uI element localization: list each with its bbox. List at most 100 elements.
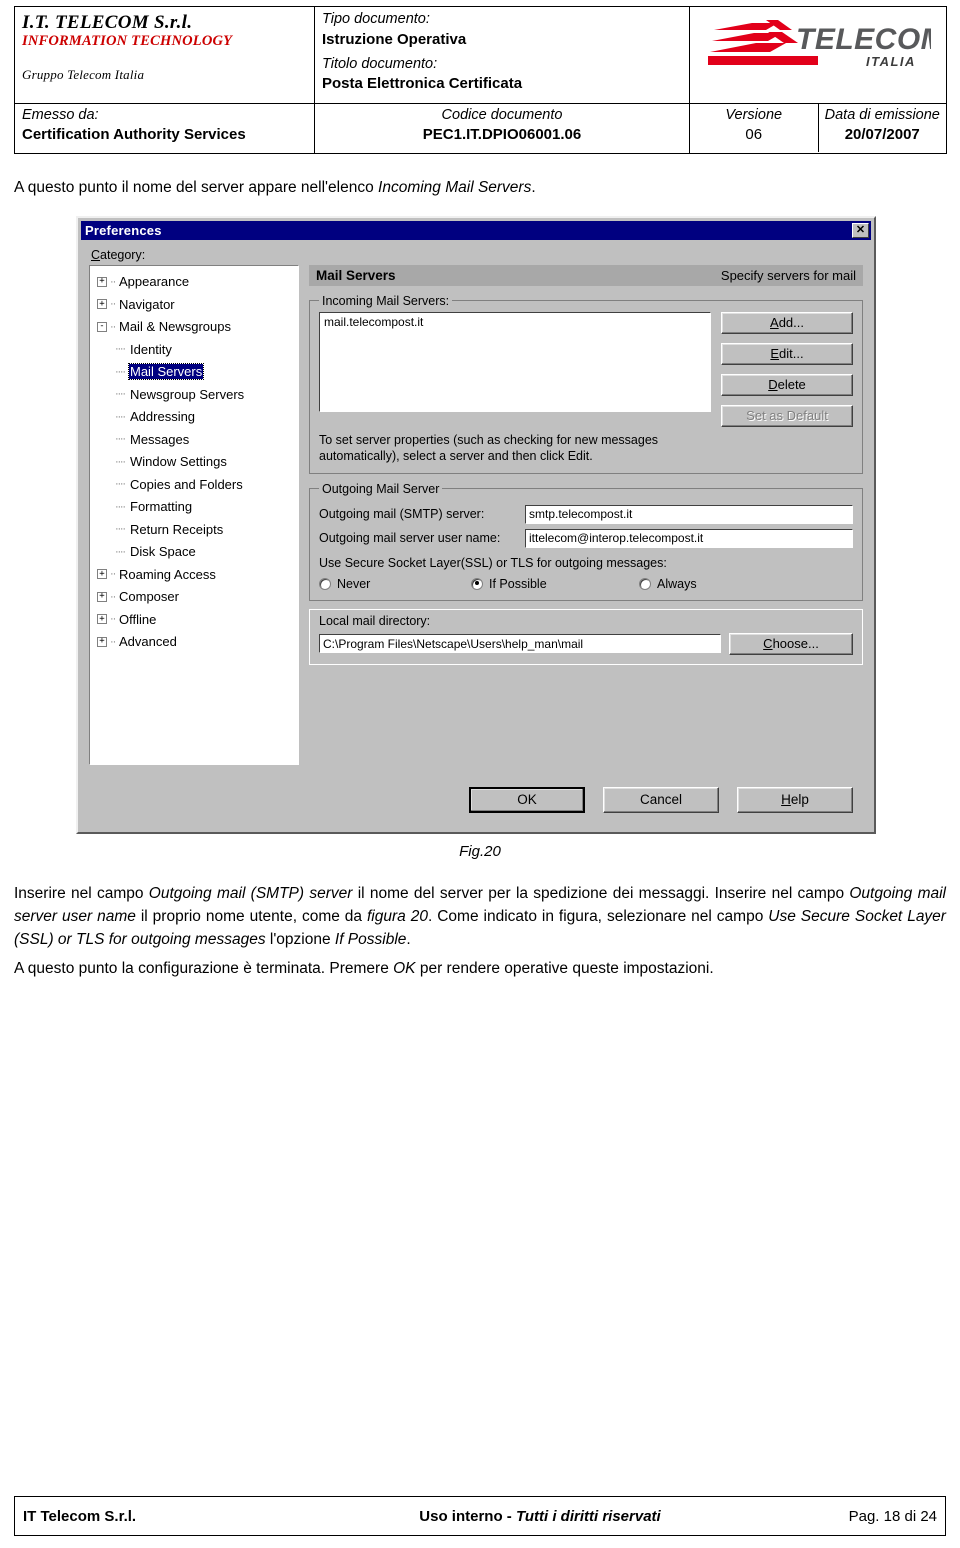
tree-item-label: Window Settings xyxy=(130,454,227,470)
list-item[interactable]: mail.telecompost.it xyxy=(324,315,706,329)
dialog-titlebar[interactable]: Preferences ✕ xyxy=(81,220,871,240)
expand-icon[interactable]: + xyxy=(97,299,107,310)
ssl-radio-never[interactable]: Never xyxy=(319,577,471,591)
doc-code-cell: Codice documento PEC1.IT.DPIO06001.06 xyxy=(314,102,690,155)
tree-item-offline[interactable]: + ·· Offline xyxy=(93,608,295,631)
ok-button[interactable]: OK xyxy=(469,786,585,813)
delete-button[interactable]: Delete xyxy=(721,373,853,396)
p1-italic-1: Outgoing mail (SMTP) server xyxy=(148,884,353,902)
choose-button[interactable]: Choose... xyxy=(729,632,853,655)
version-date-cell: Versione 06 Data di emissione 20/07/2007 xyxy=(689,102,947,155)
tree-connector-icon: ···· xyxy=(115,365,126,378)
tree-connector-icon: ·· xyxy=(110,590,116,603)
doc-type-value: Istruzione Operativa xyxy=(322,30,467,48)
local-dir-input[interactable]: C:\Program Files\Netscape\Users\help_man… xyxy=(319,634,721,654)
add-button[interactable]: AAdd...dd... xyxy=(721,311,853,334)
smtp-username-input[interactable]: ittelecom@interop.telecompost.it xyxy=(525,528,853,548)
expand-icon[interactable]: + xyxy=(97,614,107,625)
footer-center-italic: Tutti i diritti riservati xyxy=(515,1507,661,1525)
tree-item-appearance[interactable]: + ·· Appearance xyxy=(93,271,295,294)
settings-pane: Mail Servers Specify servers for mail In… xyxy=(309,264,863,765)
page-footer: IT Telecom S.r.l. Uso interno - Tutti i … xyxy=(14,1496,946,1536)
category-tree[interactable]: + ·· Appearance + ·· Navigator - ·· Mail & Newsg… xyxy=(89,264,299,765)
issued-by-label: Emesso da: xyxy=(22,106,99,123)
p1-part-a: Inserire nel campo xyxy=(14,884,149,902)
tree-item-mail-servers[interactable]: ···· Mail Servers xyxy=(93,361,295,384)
tree-item-navigator[interactable]: + ·· Navigator xyxy=(93,293,295,316)
cancel-button[interactable]: Cancel xyxy=(603,786,719,813)
svg-text:TELECOM: TELECOM xyxy=(796,23,931,56)
set-as-default-button: Set as Default xyxy=(721,404,853,427)
tree-item-roaming-access[interactable]: + ·· Roaming Access xyxy=(93,563,295,586)
radio-icon-selected xyxy=(471,577,483,590)
outgoing-mail-server-group: Outgoing Mail Server Outgoing mail (SMTP… xyxy=(309,481,863,601)
ssl-radio-never-label: Never xyxy=(337,576,371,591)
tree-item-window-settings[interactable]: ···· Window Settings xyxy=(93,451,295,474)
expand-icon[interactable]: + xyxy=(97,591,107,602)
tree-item-advanced[interactable]: + ·· Advanced xyxy=(93,631,295,654)
tree-item-mail-newsgroups[interactable]: - ·· Mail & Newsgroups xyxy=(93,316,295,339)
doc-title-value: Posta Elettronica Certificata xyxy=(322,75,523,93)
tree-item-formatting[interactable]: ···· Formatting xyxy=(93,496,295,519)
issued-by-value: Certification Authority Services xyxy=(22,126,246,144)
header-logo-cell: TELECOM ITALIA xyxy=(689,6,947,104)
tree-item-composer[interactable]: + ·· Composer xyxy=(93,586,295,609)
incoming-hint-text: To set server properties (such as checki… xyxy=(319,432,659,463)
doc-code-value: PEC1.IT.DPIO06001.06 xyxy=(422,126,582,144)
tree-item-return-receipts[interactable]: ···· Return Receipts xyxy=(93,518,295,541)
incoming-server-list[interactable]: mail.telecompost.it xyxy=(319,311,711,412)
dialog-footer-buttons: OK Cancel Help xyxy=(89,786,853,813)
incoming-legend: Incoming Mail Servers: xyxy=(322,293,450,308)
tree-item-messages[interactable]: ···· Messages xyxy=(93,428,295,451)
tree-connector-icon: ·· xyxy=(110,275,116,288)
header-doc-info-cell: Tipo documento: Istruzione Operativa Tit… xyxy=(314,6,690,104)
p2-part-a: A questo punto la configurazione è termi… xyxy=(14,960,394,978)
incoming-button-column: AAdd...dd... Edit... Delete Set as Defau… xyxy=(721,311,853,427)
tree-connector-icon: ···· xyxy=(115,455,126,468)
tree-item-label: Roaming Access xyxy=(119,566,216,582)
tree-connector-icon: ···· xyxy=(115,500,126,513)
tree-connector-icon: ···· xyxy=(115,478,126,491)
tree-connector-icon: ·· xyxy=(110,635,116,648)
preferences-dialog: Preferences ✕ Category: + ·· Appearance + ··… xyxy=(76,215,876,834)
tree-item-label: Mail & Newsgroups xyxy=(119,319,231,335)
tree-item-label: Addressing xyxy=(130,409,196,425)
dialog-title: Preferences xyxy=(85,222,162,238)
tree-item-label: Disk Space xyxy=(130,544,196,560)
ssl-radio-if-possible[interactable]: If Possible xyxy=(471,577,639,591)
tree-item-newsgroup-servers[interactable]: ···· Newsgroup Servers xyxy=(93,383,295,406)
outgoing-legend: Outgoing Mail Server xyxy=(322,481,440,496)
tree-item-label: Mail Servers xyxy=(127,363,205,381)
expand-icon[interactable]: + xyxy=(97,569,107,580)
tree-connector-icon: ···· xyxy=(115,343,126,356)
dialog-body: Category: + ·· Appearance + ·· Navigator - ·· Ma… xyxy=(81,240,871,829)
tree-item-addressing[interactable]: ···· Addressing xyxy=(93,406,295,429)
expand-icon[interactable]: + xyxy=(97,276,107,287)
tree-connector-icon: ···· xyxy=(115,433,126,446)
document-header-table: I.T. TELECOM S.r.l. INFORMATION TECHNOLO… xyxy=(14,6,947,155)
local-dir-label: Local mail directory: xyxy=(319,613,431,628)
ssl-radio-always-label: Always xyxy=(657,576,697,591)
date-value: 20/07/2007 xyxy=(844,126,920,144)
smtp-server-input[interactable]: smtp.telecompost.it xyxy=(525,504,853,524)
close-icon[interactable]: ✕ xyxy=(852,222,869,238)
tree-item-label: Identity xyxy=(130,341,172,357)
p1-part-f: . xyxy=(406,931,411,949)
date-label: Data di emissione xyxy=(824,106,940,123)
ssl-radio-if-possible-label: If Possible xyxy=(489,576,547,591)
intro-text-pre: A questo punto il nome del server appare… xyxy=(14,179,379,197)
footer-center-plain: Uso interno - xyxy=(419,1507,516,1525)
tree-item-disk-space[interactable]: ···· Disk Space xyxy=(93,541,295,564)
tree-item-identity[interactable]: ···· Identity xyxy=(93,338,295,361)
ssl-radio-always[interactable]: Always xyxy=(639,577,697,591)
ssl-label: Use Secure Socket Layer(SSL) or TLS for … xyxy=(319,555,667,570)
doc-code-label: Codice documento xyxy=(441,106,563,123)
incoming-mail-servers-group: Incoming Mail Servers: mail.telecompost.… xyxy=(309,293,863,474)
collapse-icon[interactable]: - xyxy=(97,321,107,332)
edit-button[interactable]: Edit... xyxy=(721,342,853,365)
tree-item-copies-and-folders[interactable]: ···· Copies and Folders xyxy=(93,473,295,496)
p1-part-b: il nome del server per la spedizione dei… xyxy=(352,884,850,902)
closing-paragraph: A questo punto la configurazione è termi… xyxy=(14,957,946,980)
help-button[interactable]: Help xyxy=(737,786,853,813)
expand-icon[interactable]: + xyxy=(97,636,107,647)
